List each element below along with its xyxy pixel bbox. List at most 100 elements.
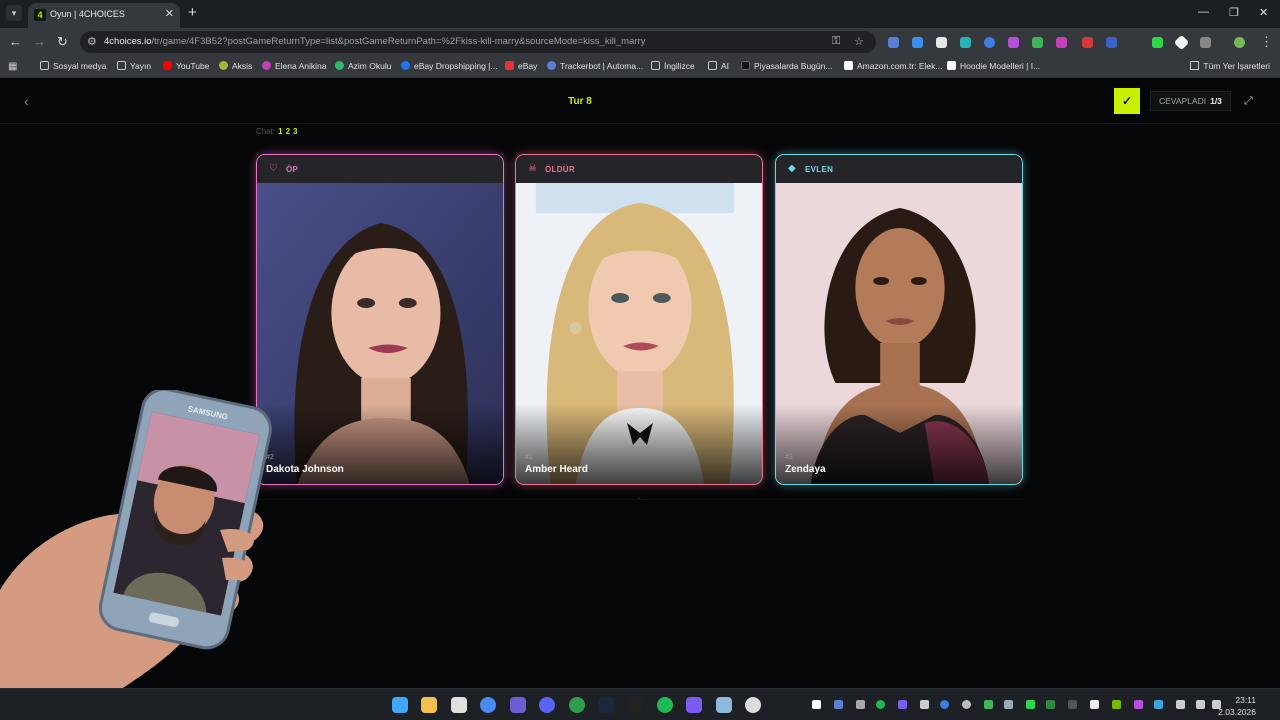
card-header: ☠ ÖLDÜR <box>516 155 762 183</box>
extension-diamond-icon[interactable] <box>1173 34 1190 51</box>
tray-app-icon[interactable] <box>1134 700 1143 709</box>
extension-green-icon[interactable] <box>1152 37 1163 48</box>
tray-app-icon[interactable] <box>1068 700 1077 709</box>
forward-icon[interactable]: → <box>33 34 46 49</box>
minimize-icon[interactable]: — <box>1198 6 1209 18</box>
tray-spotify-icon[interactable] <box>876 700 885 709</box>
close-window-icon[interactable]: ✕ <box>1259 6 1268 19</box>
extension-wave-icon[interactable] <box>912 37 923 48</box>
bookmark-item[interactable]: Trackerbot | Automa... <box>547 61 643 71</box>
card-label: EVLEN <box>805 165 834 174</box>
header-divider <box>0 123 1280 124</box>
menu-dots-icon[interactable]: ⋮ <box>1260 34 1273 50</box>
answered-counter: CEVAPLADI 1/3 <box>1150 91 1231 111</box>
nvidia-icon[interactable] <box>1112 700 1121 709</box>
bookmark-item[interactable]: Hoodie Modelleri | I... <box>947 61 1040 71</box>
card-rank: #1 <box>525 454 533 461</box>
bookmark-item[interactable]: eBay Dropshipping |... <box>401 61 497 71</box>
back-arrow-icon[interactable]: ‹ <box>24 93 29 109</box>
close-tab-icon[interactable]: ✕ <box>165 7 174 20</box>
windows-start-icon[interactable] <box>392 697 408 713</box>
tray-app-icon[interactable] <box>1046 700 1055 709</box>
extension-q-icon[interactable] <box>1008 37 1019 48</box>
tray-app-icon[interactable] <box>984 700 993 709</box>
bookmark-item[interactable]: Amazon.com.tr: Elek... <box>844 61 943 71</box>
tray-play-icon[interactable] <box>1026 700 1035 709</box>
all-bookmarks[interactable]: Tüm Yer İşaretleri <box>1190 61 1270 71</box>
tray-app-icon[interactable] <box>856 700 865 709</box>
tray-app-icon[interactable] <box>1090 700 1099 709</box>
apps-grid-icon[interactable]: ▦ <box>8 61 17 72</box>
back-icon[interactable]: ← <box>9 34 22 49</box>
bookmark-item[interactable]: Azim Okulu <box>335 61 391 71</box>
round-title: Tur 8 <box>568 96 592 107</box>
new-tab-icon[interactable]: + <box>188 4 197 21</box>
bookmarks-bar: ▦ Sosyal medya Yayın YouTube Aksis Elena… <box>0 56 1280 78</box>
xbox-icon[interactable] <box>569 697 585 713</box>
address-bar[interactable]: ⚙ 4choices.io/tr/game/4F3B52?postGameRet… <box>80 31 876 53</box>
extensions-puzzle-icon[interactable] <box>1200 37 1211 48</box>
confirm-check-button[interactable]: ✓ <box>1114 88 1140 114</box>
extension-pink-icon[interactable] <box>1056 37 1067 48</box>
spotify-icon[interactable] <box>657 697 673 713</box>
bookmark-item[interactable]: eBay <box>505 61 537 71</box>
windows-app-icon[interactable] <box>716 697 732 713</box>
tray-app-icon[interactable] <box>834 700 843 709</box>
bookmark-star-icon[interactable]: ☆ <box>854 35 864 48</box>
tray-discord-icon[interactable] <box>812 700 821 709</box>
bookmark-item[interactable]: YouTube <box>163 61 209 71</box>
file-explorer-icon[interactable] <box>421 697 437 713</box>
chat-selector: Chat: 1 2 3 <box>256 127 298 136</box>
reload-icon[interactable]: ↻ <box>57 34 68 50</box>
chat-number[interactable]: 3 <box>293 127 297 136</box>
bookmark-item[interactable]: Elena Anikina <box>262 61 327 71</box>
choice-card-kill[interactable]: ☠ ÖLDÜR #1 Amber Heard <box>515 154 763 485</box>
bookmark-item[interactable]: İngilizce <box>651 61 695 71</box>
folder-icon <box>1190 61 1200 70</box>
fullscreen-icon[interactable]: ⤢ <box>1244 95 1253 108</box>
tray-app-icon[interactable] <box>920 700 929 709</box>
terminal-icon[interactable] <box>627 697 643 713</box>
extension-box-icon[interactable] <box>936 37 947 48</box>
chrome-icon[interactable] <box>480 697 496 713</box>
bookmark-item[interactable]: Sosyal medya <box>40 61 106 71</box>
system-clock[interactable]: 23:11 2.03.2026 <box>1218 694 1256 718</box>
display-icon[interactable] <box>1196 700 1205 709</box>
facebook-icon <box>401 61 410 70</box>
browser-tab[interactable]: 4 Oyun | 4CHOICES ✕ <box>28 3 180 28</box>
tray-app-icon[interactable] <box>1154 700 1163 709</box>
extension-red-icon[interactable] <box>1082 37 1093 48</box>
tray-steam-icon[interactable] <box>1004 700 1013 709</box>
steam-icon[interactable] <box>598 697 614 713</box>
profile-avatar[interactable] <box>1234 37 1245 48</box>
maximize-icon[interactable]: ❐ <box>1229 6 1239 19</box>
extension-translate-icon[interactable] <box>888 37 899 48</box>
store-icon[interactable] <box>451 697 467 713</box>
bluetooth-icon[interactable] <box>940 700 949 709</box>
grid-app-icon[interactable] <box>686 697 702 713</box>
chat-number[interactable]: 1 <box>278 127 282 136</box>
extension-leaf-icon[interactable] <box>1032 37 1043 48</box>
obs-icon[interactable] <box>745 697 761 713</box>
tray-app-icon[interactable] <box>962 700 971 709</box>
bookmark-item[interactable]: Yayın <box>117 61 151 71</box>
choice-card-kiss[interactable]: ♡ ÖP #2 Dakota Johnson <box>256 154 504 485</box>
teams-icon[interactable] <box>510 697 526 713</box>
bookmark-item[interactable]: AI <box>708 61 729 71</box>
tray-app-icon[interactable] <box>898 700 907 709</box>
site-info-icon[interactable]: ⚙ <box>87 35 97 48</box>
extension-shield-icon[interactable] <box>984 37 995 48</box>
chat-number[interactable]: 2 <box>286 127 290 136</box>
bookmark-item[interactable]: Aksis <box>219 61 252 71</box>
extension-seven-icon[interactable] <box>960 37 971 48</box>
password-key-icon[interactable]: ⚿ <box>832 35 840 48</box>
bookmark-item[interactable]: Piyasalarda Bugün... <box>741 61 832 71</box>
extension-blue-icon[interactable] <box>1106 37 1117 48</box>
choice-card-marry[interactable]: ◆ EVLEN #3 Zendaya <box>775 154 1023 485</box>
discord-icon[interactable] <box>539 697 555 713</box>
hand-with-phone-overlay: SAMSUNG <box>0 390 272 690</box>
microphone-icon[interactable] <box>1176 700 1185 709</box>
tab-search-icon[interactable]: ▾ <box>6 5 22 21</box>
card-label: ÖP <box>286 165 299 174</box>
card-label: ÖLDÜR <box>545 165 575 174</box>
